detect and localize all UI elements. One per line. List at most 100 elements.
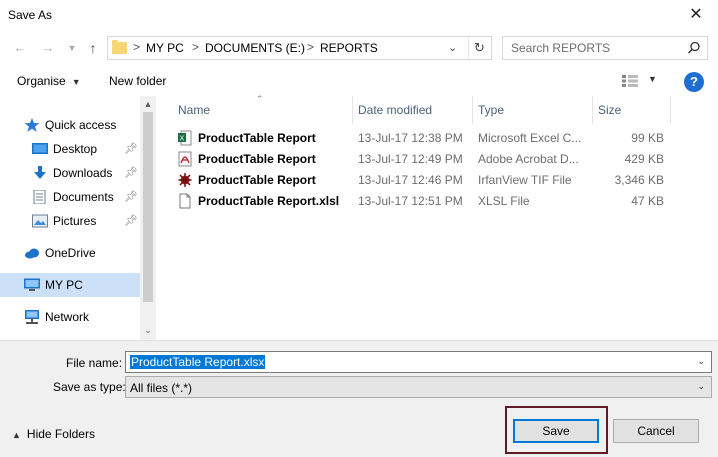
close-icon[interactable]: ✕ xyxy=(686,5,706,25)
column-divider[interactable] xyxy=(592,96,593,124)
file-size: 47 KB xyxy=(631,194,664,208)
file-size: 3,346 KB xyxy=(614,173,664,187)
folder-icon xyxy=(112,40,127,54)
sort-ascending-icon: ⌃ xyxy=(256,94,264,104)
new-folder-button[interactable]: New folder xyxy=(109,74,166,88)
sidebar-item-onedrive[interactable]: OneDrive xyxy=(0,241,140,265)
chevron-down-icon[interactable]: ⌄ xyxy=(697,356,705,367)
file-name-label: File name: xyxy=(66,356,123,370)
file-type: XLSL File xyxy=(478,194,530,208)
sidebar-item-label: Quick access xyxy=(45,118,117,132)
computer-icon xyxy=(24,278,40,291)
network-icon xyxy=(25,310,39,324)
excel-icon: X xyxy=(178,130,192,146)
download-icon xyxy=(34,166,46,179)
file-name: ProductTable Report xyxy=(198,152,316,166)
save-type-label: Save as type: xyxy=(53,380,126,394)
column-header-date[interactable]: Date modified xyxy=(358,96,432,124)
hide-folders-button[interactable]: ▲ Hide Folders xyxy=(12,427,95,441)
help-icon[interactable]: ? xyxy=(684,72,704,92)
file-name: ProductTable Report xyxy=(198,173,316,187)
chevron-down-icon[interactable]: ⌄ xyxy=(448,41,457,54)
breadcrumb-reports[interactable]: REPORTS xyxy=(320,41,378,55)
save-type-value: All files (*.*) xyxy=(130,381,193,395)
breadcrumb-separator: > xyxy=(192,40,200,54)
file-list: Name ⌃ Date modified Type Size X Product… xyxy=(156,94,718,340)
sidebar-item-network[interactable]: Network xyxy=(0,305,140,329)
file-row[interactable]: X ProductTable Report 13-Jul-17 12:38 PM… xyxy=(156,128,718,149)
column-header-name[interactable]: Name xyxy=(178,96,210,124)
recent-locations-icon[interactable]: ▼ xyxy=(64,40,80,56)
save-type-select[interactable]: All files (*.*) ⌄ xyxy=(125,376,712,398)
sidebar-item-label: Pictures xyxy=(53,214,97,228)
sidebar-item-documents[interactable]: Documents 📌︎ xyxy=(0,185,140,209)
pin-icon[interactable]: 📌︎ xyxy=(124,190,138,203)
blank-file-icon xyxy=(179,193,191,209)
sidebar-item-desktop[interactable]: Desktop 📌︎ xyxy=(0,137,140,161)
window-title: Save As xyxy=(8,8,53,22)
document-icon xyxy=(33,190,46,204)
breadcrumb-documents[interactable]: DOCUMENTS (E:) xyxy=(205,41,305,55)
file-name-field[interactable]: ProductTable Report.xlsx ⌄ xyxy=(125,351,712,373)
sidebar-item-label: MY PC xyxy=(45,278,83,292)
scroll-down-icon[interactable]: ⌄ xyxy=(140,322,156,338)
breadcrumb-my-pc[interactable]: MY PC xyxy=(146,41,184,55)
sidebar-item-my-pc[interactable]: MY PC xyxy=(0,273,140,297)
sidebar-scrollbar[interactable]: ▲ ⌄ xyxy=(140,96,156,340)
file-name-value: ProductTable Report.xlsx xyxy=(130,355,266,369)
column-divider[interactable] xyxy=(670,96,671,124)
navigation-bar: ← → ▼ ↑ > MY PC > DOCUMENTS (E:) > REPOR… xyxy=(0,32,718,64)
irfanview-icon xyxy=(178,173,192,187)
pin-icon[interactable]: 📌︎ xyxy=(124,166,138,179)
up-arrow-icon[interactable]: ↑ xyxy=(85,40,101,56)
sidebar-item-downloads[interactable]: Downloads 📌︎ xyxy=(0,161,140,185)
sidebar-item-label: Downloads xyxy=(53,166,113,180)
refresh-icon[interactable]: ↻ xyxy=(474,40,485,56)
pin-icon[interactable]: 📌︎ xyxy=(124,142,138,155)
sidebar-item-label: Documents xyxy=(53,190,114,204)
file-row[interactable]: ProductTable Report 13-Jul-17 12:49 PM A… xyxy=(156,149,718,170)
back-arrow-icon[interactable]: ← xyxy=(12,40,28,56)
scroll-up-icon[interactable]: ▲ xyxy=(140,96,156,112)
column-header-size[interactable]: Size xyxy=(598,96,621,124)
save-form-panel: File name: ProductTable Report.xlsx ⌄ Sa… xyxy=(0,340,718,457)
file-size: 429 KB xyxy=(624,152,664,166)
sidebar-item-quick-access[interactable]: Quick access xyxy=(0,113,140,137)
file-date: 13-Jul-17 12:49 PM xyxy=(358,152,463,166)
search-icon[interactable] xyxy=(687,41,701,55)
cancel-button[interactable]: Cancel xyxy=(613,419,699,443)
column-divider[interactable] xyxy=(472,96,473,124)
pin-icon[interactable]: 📌︎ xyxy=(124,214,138,227)
chevron-down-icon[interactable]: ⌄ xyxy=(697,381,705,392)
file-name: ProductTable Report xyxy=(198,131,316,145)
view-options-icon[interactable] xyxy=(622,75,638,87)
organise-label: Organise xyxy=(17,74,66,88)
caret-up-icon: ▲ xyxy=(12,430,21,440)
column-divider[interactable] xyxy=(352,96,353,124)
sidebar-item-pictures[interactable]: Pictures 📌︎ xyxy=(0,209,140,233)
svg-text:X: X xyxy=(180,136,185,143)
sidebar-item-label: Network xyxy=(45,310,90,324)
sidebar-item-label: Desktop xyxy=(53,142,98,156)
file-type: Adobe Acrobat D... xyxy=(478,152,579,166)
file-row[interactable]: ProductTable Report 13-Jul-17 12:46 PM I… xyxy=(156,170,718,191)
scroll-thumb[interactable] xyxy=(143,112,153,302)
dropdown-arrow-icon: ▼ xyxy=(71,77,81,87)
file-date: 13-Jul-17 12:51 PM xyxy=(358,194,463,208)
hide-folders-label: Hide Folders xyxy=(26,427,95,441)
forward-arrow-icon[interactable]: → xyxy=(40,40,56,56)
search-placeholder: Search REPORTS xyxy=(511,41,611,55)
address-bar[interactable]: > MY PC > DOCUMENTS (E:) > REPORTS ⌄ ↻ xyxy=(107,36,492,60)
toolbar: Organise ▼ New folder ▼ xyxy=(0,66,718,96)
desktop-icon xyxy=(32,143,48,154)
view-dropdown-icon[interactable]: ▼ xyxy=(648,74,657,84)
file-row[interactable]: ProductTable Report.xlsl 13-Jul-17 12:51… xyxy=(156,191,718,212)
sidebar-item-label: OneDrive xyxy=(45,246,96,260)
save-button[interactable]: Save xyxy=(513,419,599,443)
file-type: Microsoft Excel C... xyxy=(478,131,582,145)
file-type: IrfanView TIF File xyxy=(478,173,572,187)
breadcrumb-separator: > xyxy=(133,40,141,54)
column-header-type[interactable]: Type xyxy=(478,96,504,124)
organise-button[interactable]: Organise ▼ xyxy=(17,74,81,88)
search-input[interactable]: Search REPORTS xyxy=(502,36,708,60)
